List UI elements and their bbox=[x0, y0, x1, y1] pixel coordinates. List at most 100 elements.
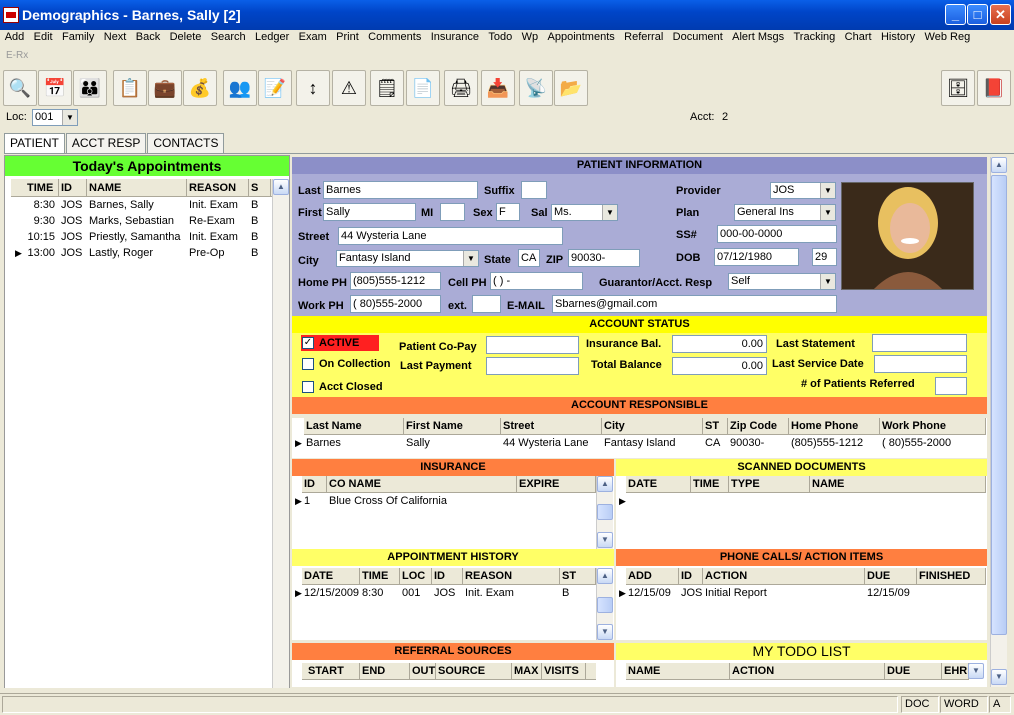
todo-scrollbar[interactable]: ▼ bbox=[968, 663, 985, 685]
menu-appointments[interactable]: Appointments bbox=[543, 30, 620, 46]
sex-field[interactable]: F bbox=[496, 203, 520, 221]
tab-patient[interactable]: PATIENT bbox=[4, 133, 65, 154]
phone-calls-row[interactable]: 12/15/09 JOS Initial Report 12/15/09 bbox=[626, 585, 986, 601]
cabinet-icon[interactable]: 🗄 bbox=[941, 70, 975, 106]
zip-field[interactable]: 90030- bbox=[568, 249, 640, 267]
appointment-row[interactable]: ▶ 13:00 JOS Lastly, Roger Pre-Op B bbox=[11, 245, 272, 261]
scanned-col-date[interactable]: DATE bbox=[626, 476, 691, 493]
insurance-row[interactable]: 1 Blue Cross Of California bbox=[302, 493, 596, 509]
menu-back[interactable]: Back bbox=[131, 30, 165, 46]
acct-resp-col-city[interactable]: City bbox=[602, 418, 703, 435]
email-field[interactable]: Sbarnes@gmail.com bbox=[552, 295, 837, 313]
ext-field[interactable] bbox=[472, 295, 501, 313]
menu-todo[interactable]: Todo bbox=[484, 30, 517, 46]
menu-exam[interactable]: Exam bbox=[294, 30, 332, 46]
acct-resp-col-street[interactable]: Street bbox=[501, 418, 602, 435]
referral-col-end[interactable]: END bbox=[360, 663, 410, 680]
menu-print[interactable]: Print bbox=[331, 30, 363, 46]
state-field[interactable]: CA bbox=[518, 249, 540, 267]
tab-acct-resp[interactable]: ACCT RESP bbox=[65, 133, 147, 153]
note-icon[interactable]: 🗒 bbox=[370, 70, 404, 106]
acct-resp-col-home-phone[interactable]: Home Phone bbox=[789, 418, 880, 435]
acct-resp-col-first-name[interactable]: First Name bbox=[404, 418, 501, 435]
scanned-col-name[interactable]: NAME bbox=[810, 476, 986, 493]
mi-field[interactable] bbox=[440, 203, 465, 221]
menu-history[interactable]: History bbox=[876, 30, 920, 46]
appointment-row[interactable]: 8:30 JOS Barnes, Sally Init. Exam B bbox=[11, 197, 272, 213]
appointment-row[interactable]: 9:30 JOS Marks, Sebastian Re-Exam B bbox=[11, 213, 272, 229]
scanned-col-time[interactable]: TIME bbox=[691, 476, 729, 493]
patients-referred-field[interactable] bbox=[935, 377, 967, 395]
money-bag-icon[interactable]: 💰 bbox=[183, 70, 217, 106]
scroll-up-icon[interactable]: ▲ bbox=[273, 179, 289, 195]
phone-calls-col-id[interactable]: ID bbox=[679, 568, 703, 585]
todo-col-due[interactable]: DUE bbox=[885, 663, 942, 680]
referral-col-start[interactable]: START bbox=[306, 663, 360, 680]
referral-col-max[interactable]: MAX bbox=[512, 663, 542, 680]
menu-alert-msgs[interactable]: Alert Msgs bbox=[727, 30, 788, 46]
family-icon[interactable]: 👪 bbox=[73, 70, 107, 106]
first-name-field[interactable]: Sally bbox=[323, 203, 416, 221]
appt-history-col-id[interactable]: ID bbox=[432, 568, 463, 585]
appt-history-col-st[interactable]: ST bbox=[560, 568, 596, 585]
phone-calls-col-add[interactable]: ADD bbox=[626, 568, 679, 585]
ss-field[interactable]: 000-00-0000 bbox=[717, 225, 837, 243]
scanner-icon[interactable]: 🖨 bbox=[444, 70, 478, 106]
calendar-icon[interactable]: 📅 bbox=[38, 70, 72, 106]
menu-insurance[interactable]: Insurance bbox=[426, 30, 484, 46]
book-icon[interactable]: 📕 bbox=[977, 70, 1011, 106]
maximize-button[interactable]: □ bbox=[967, 4, 988, 25]
insurance-col-expire[interactable]: EXPIRE bbox=[517, 476, 596, 493]
tab-contacts[interactable]: CONTACTS bbox=[147, 133, 225, 153]
appt-history-row[interactable]: 12/15/2009 8:30 001 JOS Init. Exam B bbox=[302, 585, 596, 601]
appt-history-col-loc[interactable]: LOC bbox=[400, 568, 432, 585]
appt-history-col-time[interactable]: TIME bbox=[360, 568, 400, 585]
printer-tray-icon[interactable]: 📥 bbox=[481, 70, 515, 106]
arrows-icon[interactable]: ↕ bbox=[296, 70, 330, 106]
acct-closed-checkbox[interactable] bbox=[302, 381, 314, 393]
todo-col-name[interactable]: NAME bbox=[626, 663, 730, 680]
scroll-up-icon[interactable]: ▲ bbox=[597, 476, 613, 492]
app-icon[interactable] bbox=[3, 7, 19, 23]
menu-wp[interactable]: Wp bbox=[517, 30, 543, 46]
menu-delete[interactable]: Delete bbox=[165, 30, 206, 46]
last-statement-field[interactable] bbox=[872, 334, 967, 352]
referral-col-visits[interactable]: VISITS bbox=[542, 663, 586, 680]
scroll-thumb[interactable] bbox=[991, 175, 1007, 635]
scanned-col-type[interactable]: TYPE bbox=[729, 476, 810, 493]
appt-col-id[interactable]: ID bbox=[59, 179, 87, 197]
todo-col-action[interactable]: ACTION bbox=[730, 663, 885, 680]
scroll-up-icon[interactable]: ▲ bbox=[597, 568, 613, 584]
loc-select[interactable]: 001 ▼ bbox=[32, 109, 78, 126]
appt-history-col-date[interactable]: DATE bbox=[302, 568, 360, 585]
dob-field[interactable]: 07/12/1980 bbox=[714, 248, 799, 266]
menu-add[interactable]: Add bbox=[0, 30, 29, 46]
group-icon[interactable]: 👥 bbox=[223, 70, 257, 106]
suffix-field[interactable] bbox=[521, 181, 547, 199]
copay-field[interactable] bbox=[486, 336, 579, 354]
scroll-thumb[interactable] bbox=[597, 504, 613, 520]
provider-select[interactable]: JOS ▼ bbox=[770, 182, 836, 199]
guarantor-select[interactable]: Self ▼ bbox=[728, 273, 836, 290]
city-select[interactable]: Fantasy Island ▼ bbox=[336, 250, 479, 267]
erx-label[interactable]: E-Rx bbox=[6, 50, 28, 61]
search-icon[interactable]: 🔍 bbox=[3, 70, 37, 106]
acct-resp-row[interactable]: Barnes Sally 44 Wysteria Lane Fantasy Islan… bbox=[304, 435, 986, 451]
menu-search[interactable]: Search bbox=[206, 30, 250, 46]
menu-chart[interactable]: Chart bbox=[840, 30, 876, 46]
scroll-down-icon[interactable]: ▼ bbox=[597, 624, 613, 640]
menu-tracking[interactable]: Tracking bbox=[789, 30, 840, 46]
menu-edit[interactable]: Edit bbox=[29, 30, 57, 46]
scroll-down-icon[interactable]: ▼ bbox=[968, 663, 984, 679]
street-field[interactable]: 44 Wysteria Lane bbox=[338, 227, 563, 245]
menu-family[interactable]: Family bbox=[57, 30, 99, 46]
todo-col-ehr[interactable]: EHR bbox=[942, 663, 969, 680]
main-scrollbar[interactable]: ▲ ▼ bbox=[990, 157, 1007, 687]
menu-referral[interactable]: Referral bbox=[619, 30, 668, 46]
appointment-row[interactable]: 10:15 JOS Priestly, Samantha Init. Exam B bbox=[11, 229, 272, 245]
last-service-field[interactable] bbox=[874, 355, 967, 373]
insurance-scrollbar[interactable]: ▲ ▼ bbox=[596, 476, 613, 549]
work-phone-field[interactable]: ( 80)555-2000 bbox=[350, 295, 441, 313]
medical-bag-icon[interactable]: 💼 bbox=[148, 70, 182, 106]
close-button[interactable]: ✕ bbox=[990, 4, 1011, 25]
